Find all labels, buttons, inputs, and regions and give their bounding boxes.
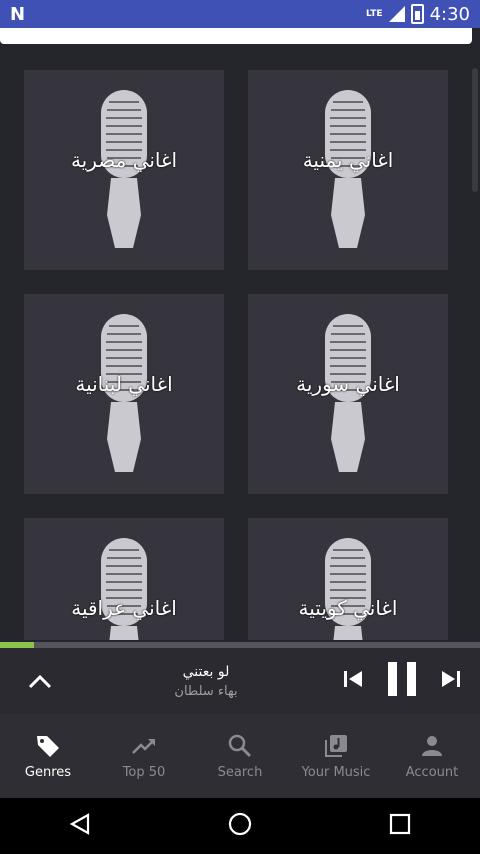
nav-search[interactable]: Search bbox=[192, 733, 288, 780]
genre-tile[interactable]: اغاني كويتية bbox=[248, 518, 448, 640]
tag-icon bbox=[37, 735, 59, 757]
microphone-icon bbox=[325, 538, 371, 640]
status-time: 4:30 bbox=[429, 3, 470, 25]
genre-tile[interactable]: اغاني عراقية bbox=[24, 518, 224, 640]
genre-tile[interactable]: اغاني لبنانية bbox=[24, 294, 224, 494]
mini-player[interactable]: لو بعتني بهاء سلطان bbox=[0, 648, 480, 714]
genre-label: اغاني لبنانية bbox=[75, 372, 173, 396]
genre-label: اغاني سورية bbox=[296, 372, 400, 396]
account-icon bbox=[422, 735, 442, 756]
lte-indicator: LTE bbox=[366, 9, 383, 19]
bottom-navigation: Genres Top 50 Search Your Music Account bbox=[0, 714, 480, 798]
nav-label: Top 50 bbox=[122, 764, 166, 780]
nav-label: Your Music bbox=[301, 764, 371, 780]
genre-grid[interactable]: اغاني يمنية اغاني مصرية اغاني سورية اغان… bbox=[0, 46, 480, 640]
genre-tile[interactable]: اغاني يمنية bbox=[248, 70, 448, 270]
nav-label: Account bbox=[405, 764, 459, 780]
battery-icon bbox=[410, 4, 424, 24]
recents-square-icon bbox=[390, 813, 411, 835]
nav-your-music[interactable]: Your Music bbox=[288, 733, 384, 780]
expand-player-button[interactable] bbox=[0, 671, 80, 691]
genre-label: اغاني كويتية bbox=[298, 596, 398, 620]
song-title: لو بعتني bbox=[182, 663, 230, 680]
nav-genres[interactable]: Genres bbox=[0, 733, 96, 780]
library-music-icon bbox=[325, 734, 347, 757]
nav-top-50[interactable]: Top 50 bbox=[96, 733, 192, 780]
skip-next-icon bbox=[441, 671, 460, 687]
genre-label: اغاني يمنية bbox=[302, 148, 394, 172]
previous-button[interactable] bbox=[342, 669, 364, 693]
pause-button[interactable] bbox=[385, 660, 419, 702]
song-artist: بهاء سلطان bbox=[174, 683, 238, 699]
pause-icon bbox=[387, 662, 416, 696]
system-navigation-bar bbox=[0, 798, 480, 854]
chevron-up-icon bbox=[28, 674, 52, 689]
signal-icon bbox=[388, 6, 405, 22]
search-icon bbox=[228, 734, 252, 757]
skip-previous-icon bbox=[344, 671, 363, 687]
nav-account[interactable]: Account bbox=[384, 733, 480, 780]
home-button[interactable] bbox=[227, 811, 253, 841]
status-bar: N LTE 4:30 bbox=[0, 0, 480, 28]
back-button[interactable] bbox=[68, 812, 92, 840]
recents-button[interactable] bbox=[388, 812, 412, 840]
genre-label: اغاني عراقية bbox=[71, 596, 177, 620]
genre-tile[interactable]: اغاني مصرية bbox=[24, 70, 224, 270]
microphone-icon bbox=[101, 538, 147, 640]
home-circle-icon bbox=[228, 812, 252, 836]
notification-icon: N bbox=[10, 3, 26, 25]
back-triangle-icon bbox=[69, 813, 89, 835]
genre-tile[interactable]: اغاني سورية bbox=[248, 294, 448, 494]
nav-label: Genres bbox=[24, 764, 72, 780]
now-playing-info[interactable]: لو بعتني بهاء سلطان bbox=[80, 664, 332, 699]
next-button[interactable] bbox=[440, 669, 462, 693]
genre-label: اغاني مصرية bbox=[70, 148, 178, 172]
nav-label: Search bbox=[217, 764, 263, 780]
trending-icon bbox=[132, 738, 155, 754]
scrollbar[interactable] bbox=[472, 68, 478, 192]
top-banner bbox=[0, 28, 472, 44]
